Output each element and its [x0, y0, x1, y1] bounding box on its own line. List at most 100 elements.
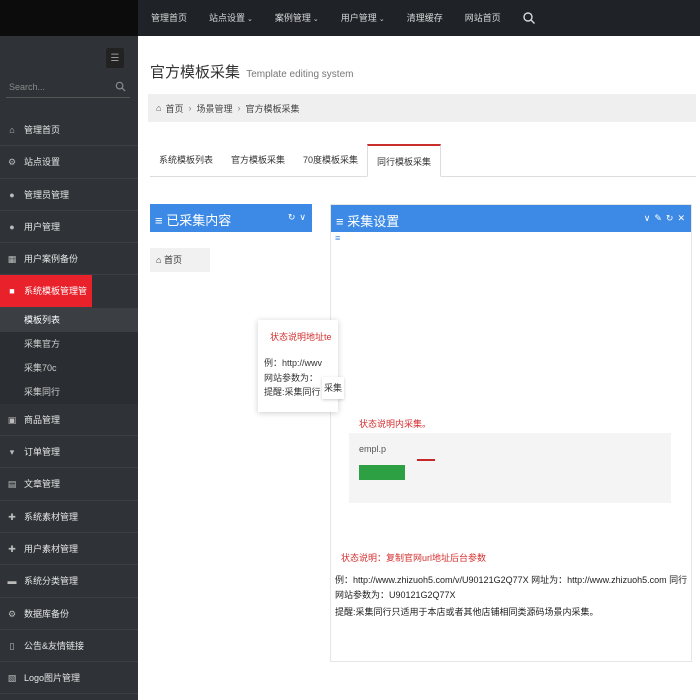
breadcrumb-home[interactable]: 首页 — [165, 102, 183, 115]
popup-example-text: 例：http://wwv — [264, 358, 323, 368]
sidebar: ☰ ⌂ 管理首页 ⚙ 站点设置 ● 管理员管理 ● 用户管理 ▦ 用户案例备份 ■ 系统模板管理管模板… — [0, 36, 138, 700]
collected-panel-header: ≡ 已采集内容 ↻ ∨ — [150, 204, 312, 232]
topnav-item-label: 清理缓存 — [406, 13, 443, 23]
sidebar-submenu: 模板列表 采集官方 采集70c 采集同行 — [0, 307, 138, 404]
sidebar-item-label: 用户管理 — [24, 221, 61, 232]
user-icon: ● — [9, 221, 15, 232]
home-icon: ⌂ — [156, 255, 162, 265]
topnav-item-label: 案例管理 — [274, 13, 311, 23]
sidebar-item[interactable]: ● 管理员管理 — [0, 179, 138, 211]
tab[interactable]: 系统模板列表 — [150, 144, 222, 177]
page-title: 官方模板采集 Template editing system — [150, 61, 353, 82]
settings-panel-tools: ∨ ✎ ↻ ✕ — [644, 213, 685, 224]
hint-example-text: 例：http://www.zhizuoh5.com/v/U90121G2Q77X… — [335, 575, 688, 600]
cart-icon: ▾ — [9, 447, 15, 458]
page-title-text: 官方模板采集 — [150, 64, 241, 81]
home-icon: ⌂ — [9, 125, 15, 135]
search-icon[interactable] — [115, 81, 126, 92]
top-navbar: 管理首页 站点设置 ⌄ 案例管理 ⌄ 用户管理 ⌄ 清理缓存 网站首页 — [0, 0, 700, 36]
refresh-icon[interactable]: ↻ — [666, 213, 674, 224]
sidebar-search-input[interactable] — [6, 76, 106, 98]
sidebar-subitem[interactable]: 模板列表 — [0, 307, 138, 332]
sidebar-item[interactable]: ⚙ 数据库备份 — [0, 598, 138, 630]
sidebar-item[interactable]: ▾ 订单管理 — [0, 436, 138, 469]
gift-icon: ✚ — [8, 543, 16, 554]
sidebar-item[interactable]: ▧ Logo图片管理 — [0, 662, 138, 695]
sidebar-item-label: 用户素材管理 — [24, 543, 79, 554]
sidebar-subitem[interactable]: 采集官方 — [0, 332, 138, 356]
topnav-item[interactable]: 用户管理 ⌄ — [330, 0, 396, 36]
gift-icon: ✚ — [8, 511, 16, 522]
brand-area — [0, 0, 138, 36]
chevron-down-icon: ⌄ — [247, 16, 253, 23]
topnav-item[interactable]: 案例管理 ⌄ — [264, 0, 330, 36]
sidebar-subitem[interactable]: 采集70c — [0, 356, 138, 380]
input-focus-underline — [417, 459, 435, 461]
menu-icon: ☰ — [110, 52, 120, 64]
sidebar-item[interactable]: ✚ 用户素材管理 — [0, 533, 138, 566]
settings-form — [349, 433, 671, 503]
sidebar-search — [6, 76, 130, 98]
sidebar-item-label: 文章管理 — [24, 479, 61, 490]
breadcrumb-separator: › — [237, 103, 241, 113]
refresh-icon[interactable]: ↻ — [288, 212, 296, 223]
sidebar-item-label: 订单管理 — [24, 447, 61, 458]
app-window: 管理首页站点设置⌄案例管理⌄用户管理⌄清理缓存网站首页 ☰ ⌂管理首页⚙站点设置… — [0, 0, 700, 700]
popup-collect-badge[interactable]: 采集 — [322, 377, 344, 399]
main-content: 官方模板采集 Template editing system ⌂ 首页 › 场景… — [138, 36, 700, 700]
sidebar-item[interactable]: ✚ 系统素材管理 — [0, 501, 138, 533]
topnav-item[interactable]: 站点设置 ⌄ — [198, 0, 264, 36]
home-icon: ⌂ — [156, 103, 162, 113]
tab[interactable]: 同行模板采集 — [367, 144, 442, 177]
breadcrumb-separator: › — [188, 103, 192, 113]
topnav-item[interactable]: 管理首页 — [140, 0, 198, 36]
top-nav-menu: 管理首页 站点设置 ⌄ 案例管理 ⌄ 用户管理 ⌄ 清理缓存 网站首页 — [140, 0, 536, 36]
breadcrumb: ⌂ 首页 › 场景管理 › 官方模板采集 — [148, 94, 696, 122]
sidebar-subitem[interactable]: 采集同行 — [0, 380, 138, 404]
hint-tip-text: 提醒:采集同行只适用于本店或者其他店铺相同类源码场景内采集。 — [335, 607, 599, 617]
close-icon[interactable]: ✕ — [677, 213, 685, 224]
collected-breadcrumb-home[interactable]: 首页 — [164, 255, 182, 265]
sidebar-item[interactable]: ▬ 系统分类管理 — [0, 565, 138, 598]
sidebar-item[interactable]: ⌂ 管理首页 — [0, 114, 138, 147]
doc-icon: ▤ — [7, 479, 17, 490]
sidebar-item[interactable]: ▣ 商品管理 — [0, 404, 138, 437]
wrench-icon[interactable]: ✎ — [654, 213, 662, 224]
sidebar-item-label: 用户案例备份 — [24, 254, 79, 265]
tooltip-popup: 状态说明地址te 例：http://wwv 网站参数为： 提醒:采集同行 采集 — [258, 320, 344, 412]
sidebar-item[interactable]: ▤ 文章管理 — [0, 468, 138, 501]
sidebar-item-label: 站点设置 — [24, 157, 61, 168]
tab-bar: 系统模板列表 官方模板采集 70度模板采集 同行模板采集 — [150, 144, 696, 177]
chevron-down-icon[interactable]: ∨ — [299, 212, 306, 223]
hint-status-text: 状态说明：复制官网url地址后台参数 — [341, 553, 487, 563]
sidebar-item[interactable]: ⚙ 站点设置 — [0, 146, 138, 179]
template-url-input[interactable] — [359, 439, 529, 459]
topnav-item[interactable]: 网站首页 — [454, 0, 512, 36]
collect-settings-panel: ≡ 采集设置 ∨ ✎ ↻ ✕ ≡ 状态说明内采集。 状态说明：复制官网url地址… — [330, 204, 692, 662]
sidebar-toggle-button[interactable]: ☰ — [106, 48, 124, 68]
chevron-down-icon[interactable]: ∨ — [644, 213, 651, 224]
bookmark-icon: ▯ — [9, 640, 15, 651]
tab[interactable]: 官方模板采集 — [222, 144, 294, 177]
topnav-item[interactable]: 清理缓存 — [396, 0, 454, 36]
page-subtitle: Template editing system — [246, 69, 354, 80]
tab[interactable]: 70度模板采集 — [294, 144, 367, 177]
submit-button[interactable] — [359, 465, 405, 480]
sidebar-item[interactable]: ▯ 公告&友情链接 — [0, 630, 138, 663]
breadcrumb-level2[interactable]: 场景管理 — [196, 102, 232, 115]
settings-panel-title: ≡ 采集设置 — [336, 214, 400, 229]
sidebar-item[interactable]: ■ 系统模板管理管 — [0, 275, 92, 308]
table-icon: ▦ — [7, 254, 17, 265]
sidebar-item-label: 系统分类管理 — [24, 576, 79, 587]
collected-panel-title: ≡ 已采集内容 — [155, 213, 232, 228]
topnav-item-label: 网站首页 — [464, 13, 501, 23]
chevron-down-icon: ⌄ — [378, 16, 385, 23]
briefcase-icon: ■ — [9, 286, 15, 297]
popup-status-text: 状态说明地址te — [270, 332, 332, 342]
sidebar-item[interactable]: ● 用户管理 — [0, 211, 138, 244]
chevron-down-icon: ⌄ — [312, 16, 319, 23]
sidebar-item[interactable]: ▦ 用户案例备份 — [0, 243, 138, 276]
topnav-item-label: 站点设置 — [209, 13, 246, 23]
search-icon[interactable] — [522, 11, 536, 25]
status-label: 状态说明内采集。 — [359, 419, 432, 429]
